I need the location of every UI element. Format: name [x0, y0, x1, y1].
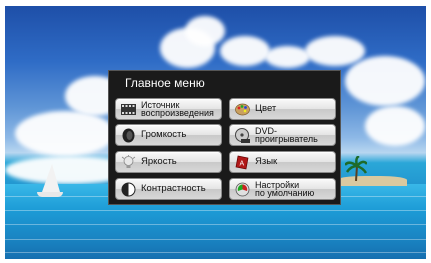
brightness-button-label: Яркость [141, 156, 177, 167]
dictionary-icon: A [235, 155, 249, 170]
menu-title: Главное меню [125, 76, 205, 90]
main-menu: Главное меню Источник воспроизведения Цв… [108, 70, 341, 205]
cloud [265, 46, 310, 68]
contrast-icon [121, 182, 136, 197]
svg-text:A: A [240, 161, 245, 168]
reset-icon [235, 182, 250, 197]
palm-tree-icon [345, 156, 367, 181]
light-bulb-icon [121, 155, 136, 168]
default-settings-button[interactable]: Настройки по умолчанию [229, 178, 336, 200]
dvd-player-button-label: DVD- проигрыватель [255, 126, 318, 144]
film-strip-icon [121, 104, 136, 115]
contrast-button[interactable]: Контрастность [115, 178, 222, 200]
cloud [220, 36, 270, 66]
cloud [185, 16, 225, 46]
language-button-label: Язык [255, 156, 278, 167]
brightness-button[interactable]: Яркость [115, 151, 222, 173]
dvd-player-icon [235, 128, 250, 143]
tv-screen: Главное меню Источник воспроизведения Цв… [5, 6, 426, 259]
speaker-icon [122, 128, 135, 143]
cloud [365, 106, 425, 146]
cloud [15, 111, 115, 156]
volume-button[interactable]: Громкость [115, 124, 222, 146]
color-button[interactable]: Цвет [229, 98, 336, 120]
source-button[interactable]: Источник воспроизведения [115, 98, 222, 120]
palette-icon [235, 103, 250, 116]
sailboat-sail [42, 164, 60, 192]
default-settings-button-label: Настройки по умолчанию [255, 180, 315, 198]
source-button-label: Источник воспроизведения [141, 100, 214, 118]
sailboat-hull [37, 192, 63, 197]
language-button[interactable]: A Язык [229, 151, 336, 173]
cloud [345, 56, 425, 106]
contrast-button-label: Контрастность [141, 183, 206, 194]
cloud [305, 36, 365, 66]
color-button-label: Цвет [255, 103, 277, 114]
volume-button-label: Громкость [141, 129, 187, 140]
dvd-player-button[interactable]: DVD- проигрыватель [229, 124, 336, 146]
